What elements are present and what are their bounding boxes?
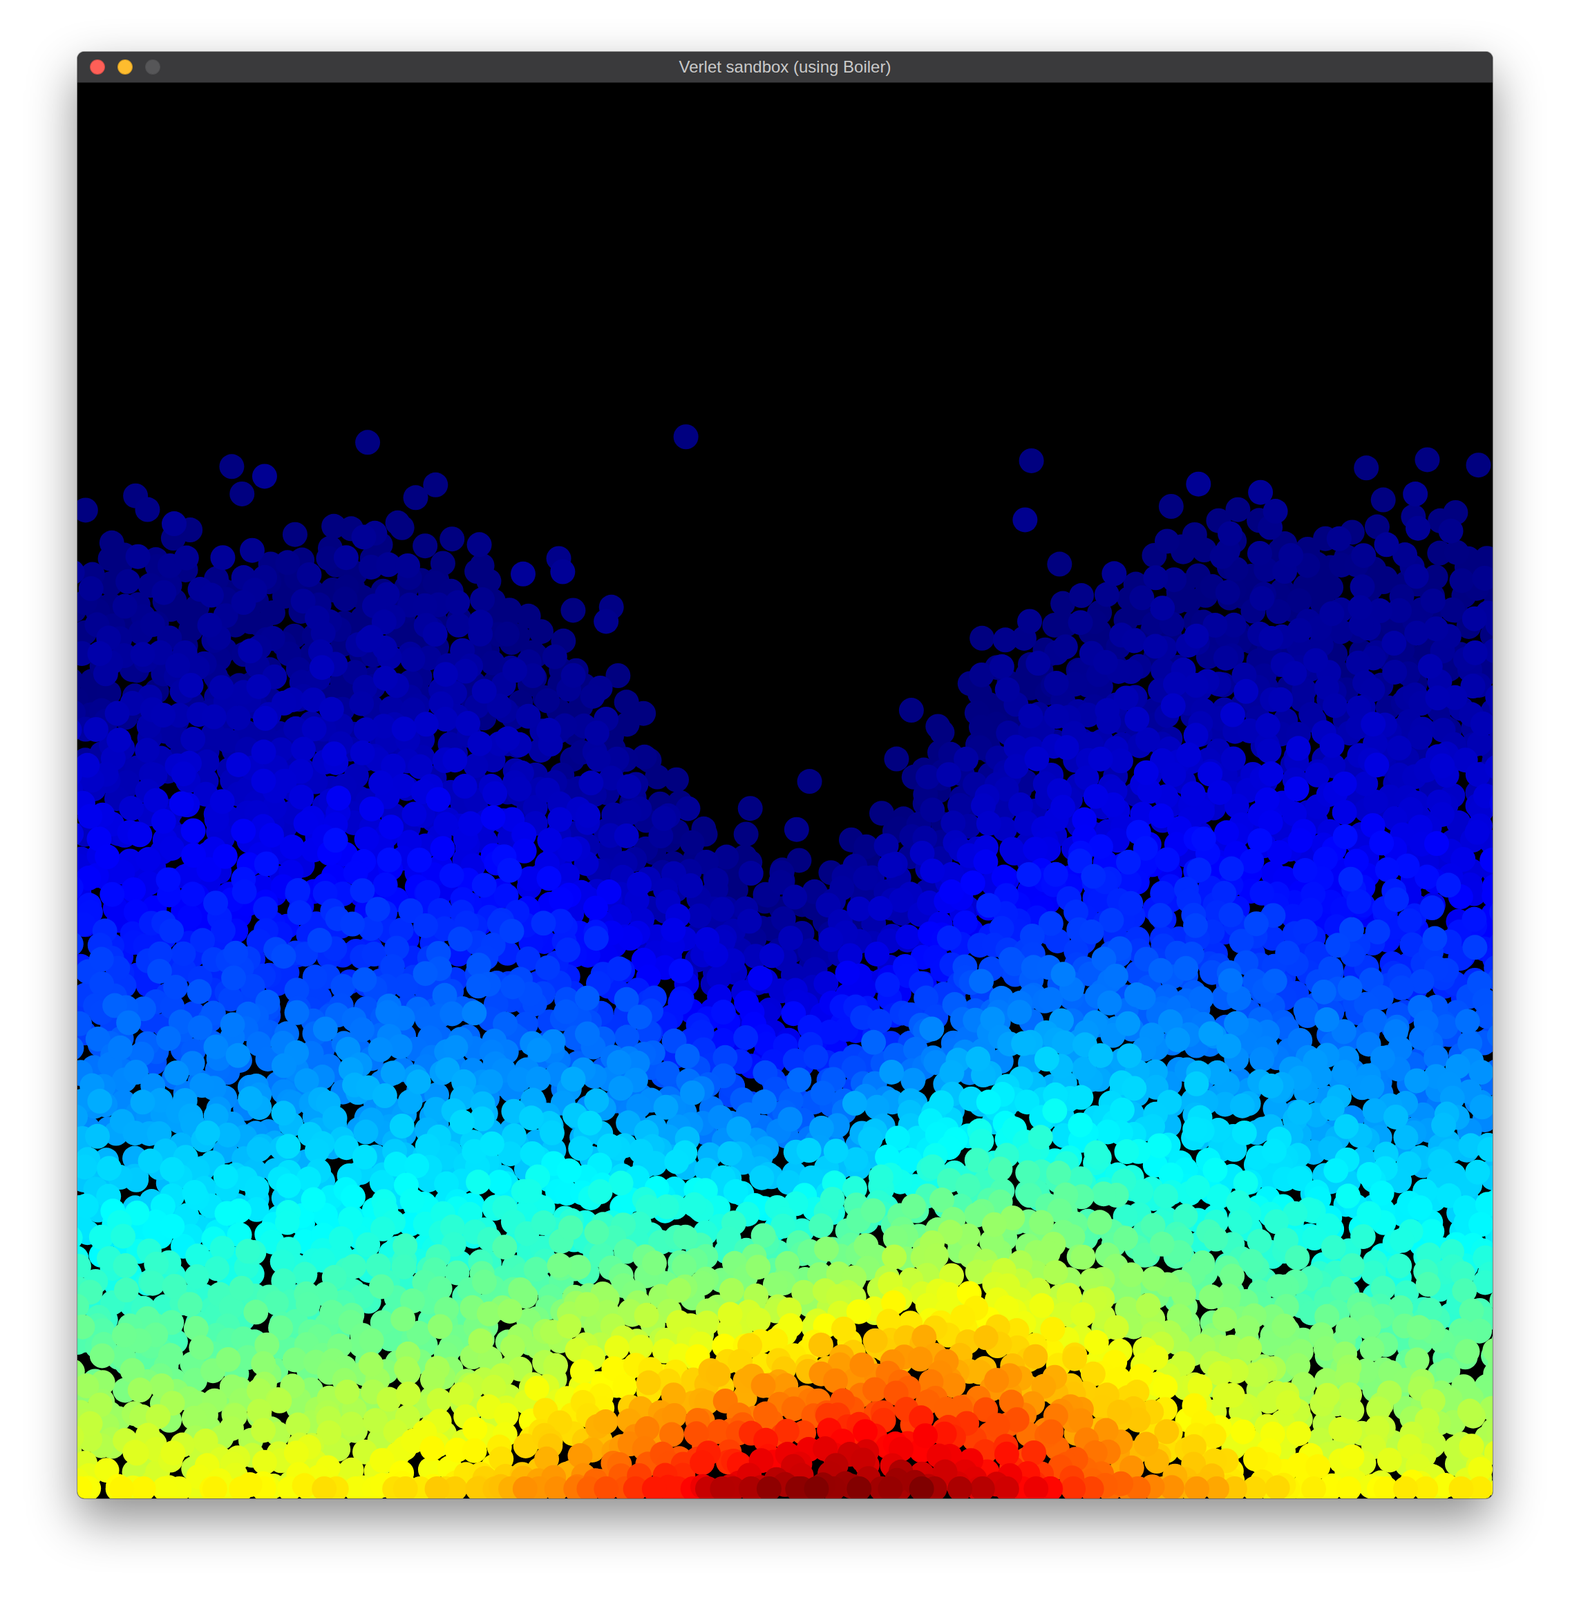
minimize-button[interactable] bbox=[117, 59, 133, 75]
window-controls bbox=[77, 59, 161, 75]
title-bar: Verlet sandbox (using Boiler) bbox=[77, 51, 1493, 83]
app-window: Verlet sandbox (using Boiler) bbox=[77, 51, 1493, 1499]
window-title: Verlet sandbox (using Boiler) bbox=[77, 51, 1493, 83]
close-button[interactable] bbox=[89, 59, 106, 75]
simulation-canvas[interactable] bbox=[77, 82, 1493, 1499]
zoom-button bbox=[145, 59, 161, 75]
